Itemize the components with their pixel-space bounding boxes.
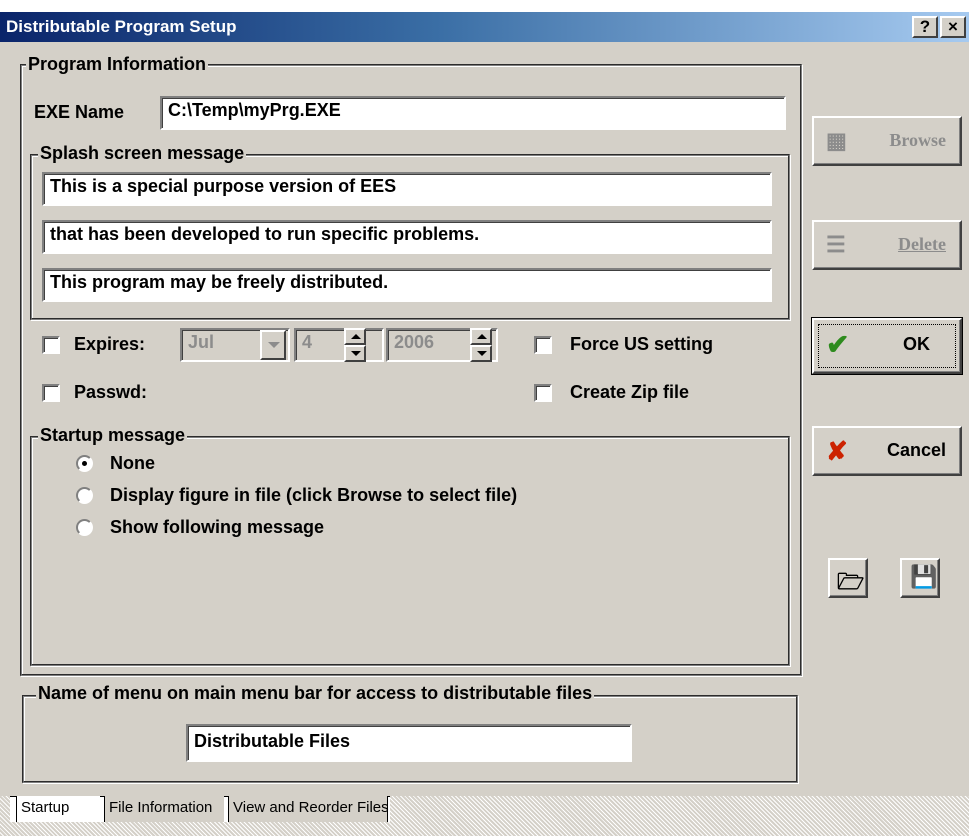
save-disk-icon: 💾 (910, 564, 938, 589)
cancel-label: Cancel (886, 440, 946, 460)
x-icon: ✘ (826, 436, 848, 466)
expires-checkbox[interactable] (42, 336, 60, 354)
tab-strip: Startup File Information View and Reorde… (0, 796, 969, 836)
passwd-label: Passwd: (74, 382, 148, 402)
delete-label: Delete (898, 234, 946, 254)
tab-startup[interactable]: Startup (16, 796, 100, 822)
splash-line-1[interactable]: This is a special purpose version of EES (42, 172, 772, 206)
passwd-checkbox[interactable] (42, 384, 60, 402)
spin-down-icon[interactable] (344, 345, 366, 362)
browse-icon: ▦ (826, 128, 847, 153)
splash-line-2[interactable]: that has been developed to run specific … (42, 220, 772, 254)
splash-legend: Splash screen message (38, 143, 247, 164)
startup-message-legend: Startup message (38, 425, 188, 446)
create-zip-checkbox[interactable] (534, 384, 552, 402)
splash-line-3[interactable]: This program may be freely distributed. (42, 268, 772, 302)
spin-down-icon[interactable] (470, 345, 492, 362)
delete-icon: ☰ (826, 232, 846, 257)
checkmark-icon: ✔ (826, 329, 850, 360)
exe-name-input[interactable]: C:\Temp\myPrg.EXE (160, 96, 786, 130)
radio-none-label: None (110, 453, 155, 473)
program-info-legend: Program Information (26, 54, 209, 75)
force-us-checkbox[interactable] (534, 336, 552, 354)
expires-label: Expires: (74, 334, 146, 354)
menu-name-input[interactable]: Distributable Files (186, 724, 632, 762)
tab-file-information[interactable]: File Information (104, 796, 224, 822)
radio-show-message-label: Show following message (110, 517, 325, 537)
ok-button[interactable]: ✔ OK (811, 317, 963, 375)
radio-display-figure-label: Display figure in file (click Browse to … (110, 485, 518, 505)
browse-label: Browse (889, 130, 946, 150)
save-file-button[interactable]: 💾 (900, 558, 940, 598)
year-spinner[interactable] (470, 328, 492, 362)
open-folder-icon: 🗁 (837, 569, 865, 594)
ok-label: OK (903, 334, 930, 354)
close-button[interactable]: × (940, 16, 966, 38)
day-spinner[interactable] (344, 328, 366, 362)
exe-name-label: EXE Name (34, 102, 125, 122)
help-button[interactable]: ? (912, 16, 938, 38)
chevron-down-icon[interactable] (260, 330, 286, 360)
dialog-window: Distributable Program Setup ? × Program … (0, 12, 969, 836)
delete-button[interactable]: ☰ Delete (812, 220, 962, 270)
browse-button[interactable]: ▦ Browse (812, 116, 962, 166)
spin-up-icon[interactable] (344, 328, 366, 345)
radio-display-figure[interactable] (76, 487, 93, 504)
radio-selected-dot (82, 461, 87, 466)
menu-name-legend: Name of menu on main menu bar for access… (36, 683, 595, 704)
create-zip-label: Create Zip file (570, 382, 690, 402)
open-file-button[interactable]: 🗁 (828, 558, 868, 598)
radio-none[interactable] (76, 455, 93, 472)
radio-show-message[interactable] (76, 519, 93, 536)
expires-day-input[interactable]: 4 (294, 328, 384, 362)
tab-view-reorder-files[interactable]: View and Reorder Files (228, 796, 389, 822)
cancel-button[interactable]: ✘ Cancel (812, 426, 962, 476)
force-us-label: Force US setting (570, 334, 714, 354)
title-bar[interactable]: Distributable Program Setup ? × (0, 12, 969, 42)
window-title: Distributable Program Setup (6, 17, 237, 36)
spin-up-icon[interactable] (470, 328, 492, 345)
